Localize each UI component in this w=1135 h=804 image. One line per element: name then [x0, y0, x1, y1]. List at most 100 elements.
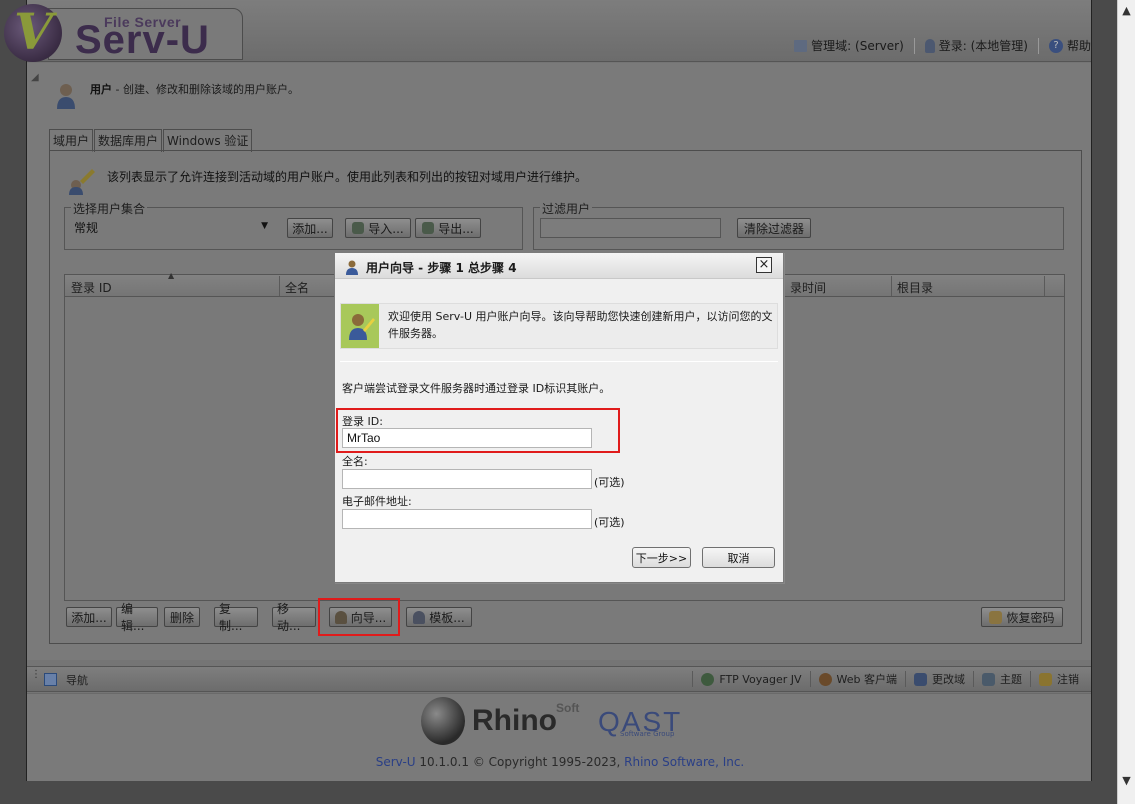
tab-domain-users[interactable]: 域用户 — [49, 129, 94, 152]
logo-title: Serv-U — [75, 18, 210, 62]
column-divider[interactable] — [891, 276, 892, 296]
theme-link[interactable]: 主题 — [973, 671, 1030, 687]
export-label: 导出... — [438, 221, 474, 236]
user-collection-value: 常规 — [74, 221, 99, 235]
login-label: 登录: (本地管理) — [938, 39, 1028, 53]
filter-users-legend: 过滤用户 — [540, 200, 593, 217]
template-button[interactable]: 模板... — [406, 607, 472, 627]
template-icon — [413, 610, 426, 624]
next-button[interactable]: 下一步>> — [632, 547, 691, 568]
login-id-highlight — [336, 408, 620, 453]
copyright: Serv-U 10.1.0.1 © Copyright 1995-2023, R… — [0, 755, 1120, 769]
full-name-input[interactable] — [342, 469, 592, 489]
logout-icon — [1039, 672, 1052, 686]
theme-label: 主题 — [1000, 673, 1022, 686]
add-user-button[interactable]: 添加... — [66, 607, 112, 627]
ftp-voyager-link[interactable]: FTP Voyager JV — [692, 671, 809, 687]
navigation-icon[interactable] — [44, 673, 57, 686]
copy-user-button[interactable]: 复制... — [214, 602, 258, 633]
dialog-separator — [340, 361, 778, 362]
add-user-label: 添加... — [71, 610, 107, 625]
export-button[interactable]: 导出... — [415, 218, 481, 238]
user-collection-legend: 选择用户集合 — [71, 200, 148, 217]
dialog-title: 用户向导 - 步骤 1 总步骤 4 — [366, 261, 517, 275]
wizard-title-icon — [346, 260, 358, 275]
theme-icon — [982, 672, 995, 686]
filter-input[interactable] — [540, 218, 721, 238]
user-collection-select[interactable]: 常规 ▼ — [70, 218, 272, 238]
server-icon — [794, 39, 808, 52]
import-label: 导入... — [368, 221, 404, 236]
page-scrollbar[interactable]: ▲ ▼ — [1117, 0, 1135, 804]
key-icon — [989, 610, 1003, 624]
edit-users-icon — [69, 169, 95, 195]
manage-domain-link[interactable]: 管理域: (Server) — [790, 37, 908, 54]
delete-user-label: 删除 — [169, 610, 194, 625]
help-icon: ? — [1048, 38, 1063, 53]
web-client-link[interactable]: Web 客户端 — [809, 671, 905, 687]
rhino-soft-text: Soft — [556, 701, 580, 715]
wizard-highlight — [318, 598, 400, 636]
user-icon — [924, 38, 935, 53]
rhino-logo-icon — [421, 697, 465, 745]
email-input[interactable] — [342, 509, 592, 529]
ftp-voyager-label: FTP Voyager JV — [719, 672, 802, 686]
logout-label: 注销 — [1057, 673, 1079, 686]
drag-handle-icon[interactable]: ⋮ — [31, 669, 41, 680]
import-icon — [352, 222, 365, 234]
move-user-button[interactable]: 移动... — [272, 602, 316, 633]
clear-filter-label: 清除过滤器 — [743, 221, 804, 236]
clear-filter-button[interactable]: 清除过滤器 — [737, 218, 811, 238]
domain-users-description: 该列表显示了允许连接到活动域的用户账户。使用此列表和列出的按钮对域用户进行维护。 — [107, 170, 588, 184]
company-link[interactable]: Rhino Software, Inc. — [624, 755, 744, 769]
tab-database-users[interactable]: 数据库用户 — [94, 129, 163, 152]
column-divider[interactable] — [279, 276, 280, 296]
column-login-time[interactable]: 录时间 — [790, 279, 826, 296]
help-label: 帮助 — [1066, 39, 1091, 53]
column-divider[interactable] — [1044, 276, 1045, 296]
help-link[interactable]: ? 帮助 — [1045, 37, 1095, 54]
export-icon — [422, 222, 435, 234]
change-domain-link[interactable]: 更改域 — [905, 671, 973, 687]
close-icon[interactable]: × — [756, 257, 772, 273]
rhino-logo-text: Rhino — [472, 704, 557, 737]
version-text: 10.1.0.1 © Copyright 1995-2023, — [415, 755, 625, 769]
delete-user-button[interactable]: 删除 — [164, 607, 200, 627]
tab-windows-auth[interactable]: Windows 验证 — [163, 129, 253, 152]
web-client-icon — [818, 672, 832, 686]
move-user-label: 移动... — [277, 602, 301, 633]
serv-u-link[interactable]: Serv-U — [376, 755, 416, 769]
email-label: 电子邮件地址: — [342, 495, 412, 508]
logout-link[interactable]: 注销 — [1030, 671, 1087, 687]
logo-v-mark: V — [14, 2, 53, 61]
page-title-desc: - 创建、修改和删除该域的用户账户。 — [112, 83, 299, 96]
dialog-welcome-text: 欢迎使用 Serv-U 用户账户向导。该向导帮助您快速创建新用户，以访问您的文件… — [388, 310, 773, 340]
template-label: 模板... — [429, 610, 465, 625]
resize-grip-icon[interactable]: ◢ — [31, 72, 43, 86]
column-full-name[interactable]: 全名 — [285, 279, 309, 296]
copy-user-label: 复制... — [219, 602, 243, 633]
add-collection-label: 添加... — [292, 221, 328, 236]
login-link[interactable]: 登录: (本地管理) — [921, 37, 1032, 54]
cancel-button[interactable]: 取消 — [702, 547, 775, 568]
dialog-info-text: 客户端尝试登录文件服务器时通过登录 ID标识其账户。 — [342, 382, 611, 395]
edit-user-button[interactable]: 编辑... — [116, 602, 158, 633]
page-title-bold: 用户 — [90, 83, 112, 96]
divider — [913, 37, 915, 54]
recover-password-button[interactable]: 恢复密码 — [981, 607, 1063, 627]
recover-password-label: 恢复密码 — [1006, 610, 1055, 625]
navigation-label[interactable]: 导航 — [66, 672, 88, 688]
user-page-icon — [57, 84, 75, 109]
scroll-up-icon[interactable]: ▲ — [1118, 2, 1135, 19]
user-tabs: 域用户 数据库用户 Windows 验证 — [49, 129, 253, 152]
add-collection-button[interactable]: 添加... — [287, 218, 333, 238]
qast-subtitle: Software Group — [620, 730, 675, 738]
web-client-label: Web 客户端 — [836, 673, 897, 686]
edit-user-label: 编辑... — [121, 602, 145, 633]
import-button[interactable]: 导入... — [345, 218, 411, 238]
column-home-dir[interactable]: 根目录 — [897, 279, 933, 296]
optional-label: (可选) — [594, 476, 625, 489]
page-title: 用户 - 创建、修改和删除该域的用户账户。 — [90, 81, 299, 97]
column-login-id[interactable]: 登录 ID — [71, 279, 112, 296]
scroll-down-icon[interactable]: ▼ — [1118, 772, 1135, 789]
